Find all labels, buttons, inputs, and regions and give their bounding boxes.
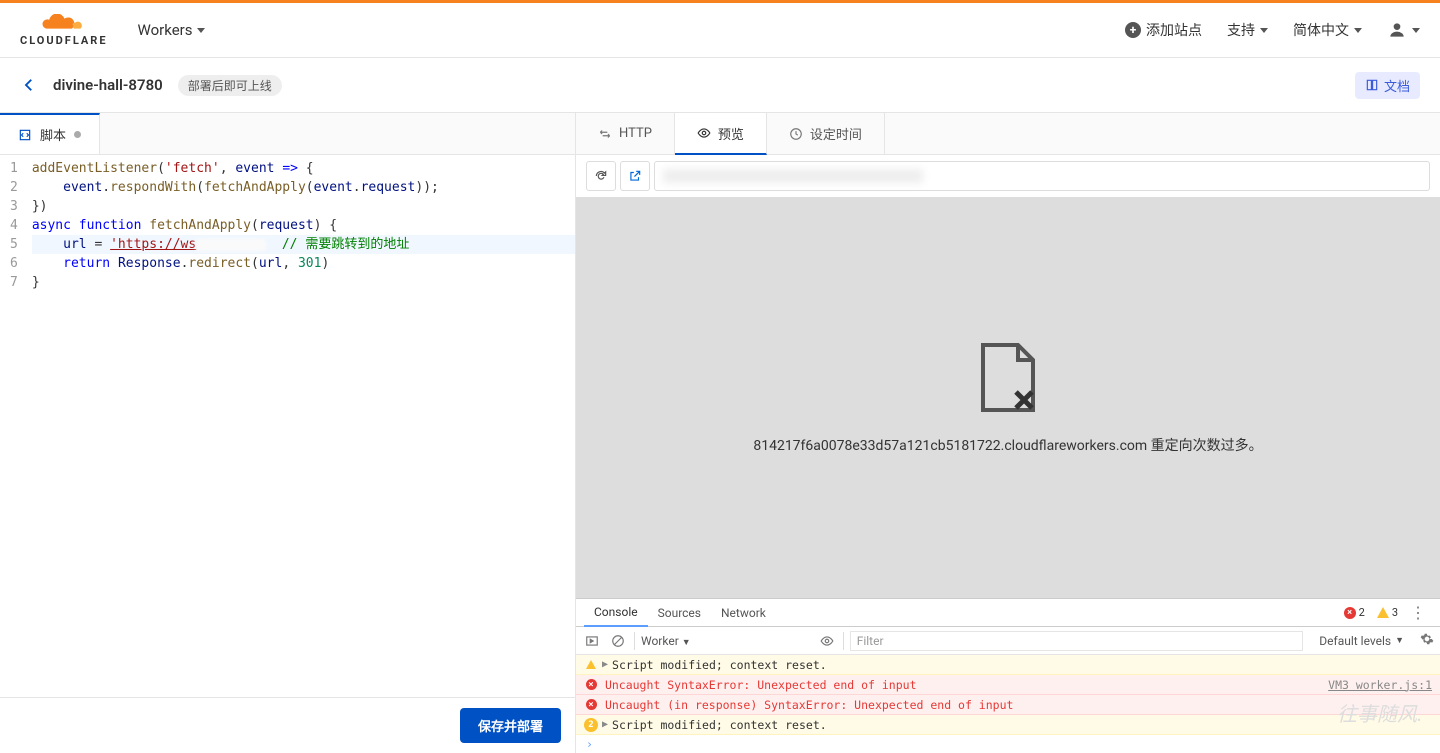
live-expression-icon[interactable] bbox=[817, 631, 837, 651]
devtools-menu-icon[interactable]: ⋮ bbox=[1410, 603, 1426, 622]
file-error-icon bbox=[978, 340, 1038, 415]
console-prompt[interactable]: › bbox=[576, 735, 1440, 753]
external-link-icon bbox=[628, 169, 642, 183]
support-dropdown[interactable]: 支持 bbox=[1227, 20, 1268, 40]
error-count-badge[interactable]: ×2 bbox=[1344, 606, 1365, 619]
url-input[interactable] bbox=[654, 161, 1430, 191]
filter-input[interactable]: Filter bbox=[850, 631, 1304, 651]
save-deploy-button[interactable]: 保存并部署 bbox=[460, 708, 561, 743]
error-icon bbox=[584, 679, 598, 690]
plus-circle-icon: + bbox=[1125, 22, 1141, 38]
caret-down-icon bbox=[1354, 28, 1362, 33]
dt-tab-console[interactable]: Console bbox=[584, 599, 648, 627]
language-dropdown[interactable]: 简体中文 bbox=[1293, 20, 1362, 40]
book-icon bbox=[1365, 78, 1379, 92]
devtools-toolbar: Worker ▼ Filter Default levels ▼ bbox=[576, 627, 1440, 655]
editor-panel: 脚本 1234567 addEventListener('fetch', eve… bbox=[0, 113, 576, 753]
sub-header: divine-hall-8780 部署后即可上线 文档 bbox=[0, 58, 1440, 113]
caret-down-icon bbox=[197, 28, 205, 33]
cloud-icon bbox=[36, 14, 91, 34]
devtools: Console Sources Network ×2 3 ⋮ Worker ▼ … bbox=[576, 598, 1440, 753]
http-icon bbox=[598, 127, 612, 141]
execution-context-icon[interactable] bbox=[582, 631, 602, 651]
tab-schedule[interactable]: 设定时间 bbox=[767, 113, 885, 154]
console-output: ▶ Script modified; context reset. Uncaug… bbox=[576, 655, 1440, 753]
cloudflare-logo[interactable]: CLOUDFLARE bbox=[20, 14, 108, 47]
url-bar bbox=[576, 155, 1440, 197]
reload-button[interactable] bbox=[586, 161, 616, 191]
tab-http[interactable]: HTTP bbox=[576, 113, 675, 154]
console-error-line[interactable]: Uncaught (in response) SyntaxError: Unex… bbox=[576, 695, 1440, 715]
clear-console-icon[interactable] bbox=[608, 631, 628, 651]
dt-tab-sources[interactable]: Sources bbox=[648, 599, 711, 627]
modified-dot-icon bbox=[74, 131, 81, 138]
redirect-error-text: 814217f6a0078e33d57a121cb5181722.cloudfl… bbox=[753, 435, 1262, 455]
clock-icon bbox=[789, 127, 803, 141]
context-selector[interactable]: Worker ▼ bbox=[641, 634, 811, 648]
devtools-settings-icon[interactable] bbox=[1420, 632, 1434, 649]
top-header: CLOUDFLARE Workers + 添加站点 支持 简体中文 bbox=[0, 3, 1440, 58]
error-icon bbox=[584, 699, 598, 710]
code-content[interactable]: addEventListener('fetch', event => { eve… bbox=[26, 155, 575, 697]
code-editor[interactable]: 1234567 addEventListener('fetch', event … bbox=[0, 155, 575, 697]
preview-panel: HTTP 预览 设定时间 814217f bbox=[576, 113, 1440, 753]
open-external-button[interactable] bbox=[620, 161, 650, 191]
source-link[interactable]: VM3 worker.js:1 bbox=[1328, 678, 1432, 692]
reload-icon bbox=[594, 169, 608, 183]
caret-down-icon bbox=[1412, 28, 1420, 33]
deploy-status-pill: 部署后即可上线 bbox=[178, 75, 282, 96]
account-dropdown[interactable] bbox=[1387, 20, 1420, 40]
line-gutter: 1234567 bbox=[0, 155, 26, 697]
dt-tab-network[interactable]: Network bbox=[711, 599, 776, 627]
preview-tabs: HTTP 预览 设定时间 bbox=[576, 113, 1440, 155]
user-icon bbox=[1387, 20, 1407, 40]
worker-name: divine-hall-8780 bbox=[53, 76, 163, 94]
console-warning-line[interactable]: ▶ Script modified; context reset. bbox=[576, 655, 1440, 675]
devtools-tabs: Console Sources Network ×2 3 ⋮ bbox=[576, 599, 1440, 627]
deploy-bar: 保存并部署 bbox=[0, 697, 575, 753]
caret-down-icon bbox=[1260, 28, 1268, 33]
logo-text: CLOUDFLARE bbox=[20, 34, 108, 47]
log-levels-selector[interactable]: Default levels ▼ bbox=[1309, 634, 1414, 648]
console-warning-line[interactable]: 2 ▶ Script modified; context reset. bbox=[576, 715, 1440, 735]
eye-icon bbox=[697, 126, 711, 140]
editor-tabs: 脚本 bbox=[0, 113, 575, 155]
workers-dropdown[interactable]: Workers bbox=[138, 21, 206, 39]
repeat-count-badge: 2 bbox=[584, 718, 598, 732]
script-icon bbox=[18, 128, 32, 142]
tab-preview[interactable]: 预览 bbox=[675, 113, 767, 155]
console-error-line[interactable]: Uncaught SyntaxError: Unexpected end of … bbox=[576, 675, 1440, 695]
warning-count-badge[interactable]: 3 bbox=[1377, 606, 1398, 619]
preview-body: 814217f6a0078e33d57a121cb5181722.cloudfl… bbox=[576, 197, 1440, 598]
main-area: 脚本 1234567 addEventListener('fetch', eve… bbox=[0, 113, 1440, 753]
back-button[interactable] bbox=[20, 76, 38, 94]
script-tab[interactable]: 脚本 bbox=[0, 113, 100, 154]
warning-icon bbox=[584, 660, 598, 669]
add-site-button[interactable]: + 添加站点 bbox=[1125, 20, 1202, 40]
docs-button[interactable]: 文档 bbox=[1355, 72, 1420, 99]
